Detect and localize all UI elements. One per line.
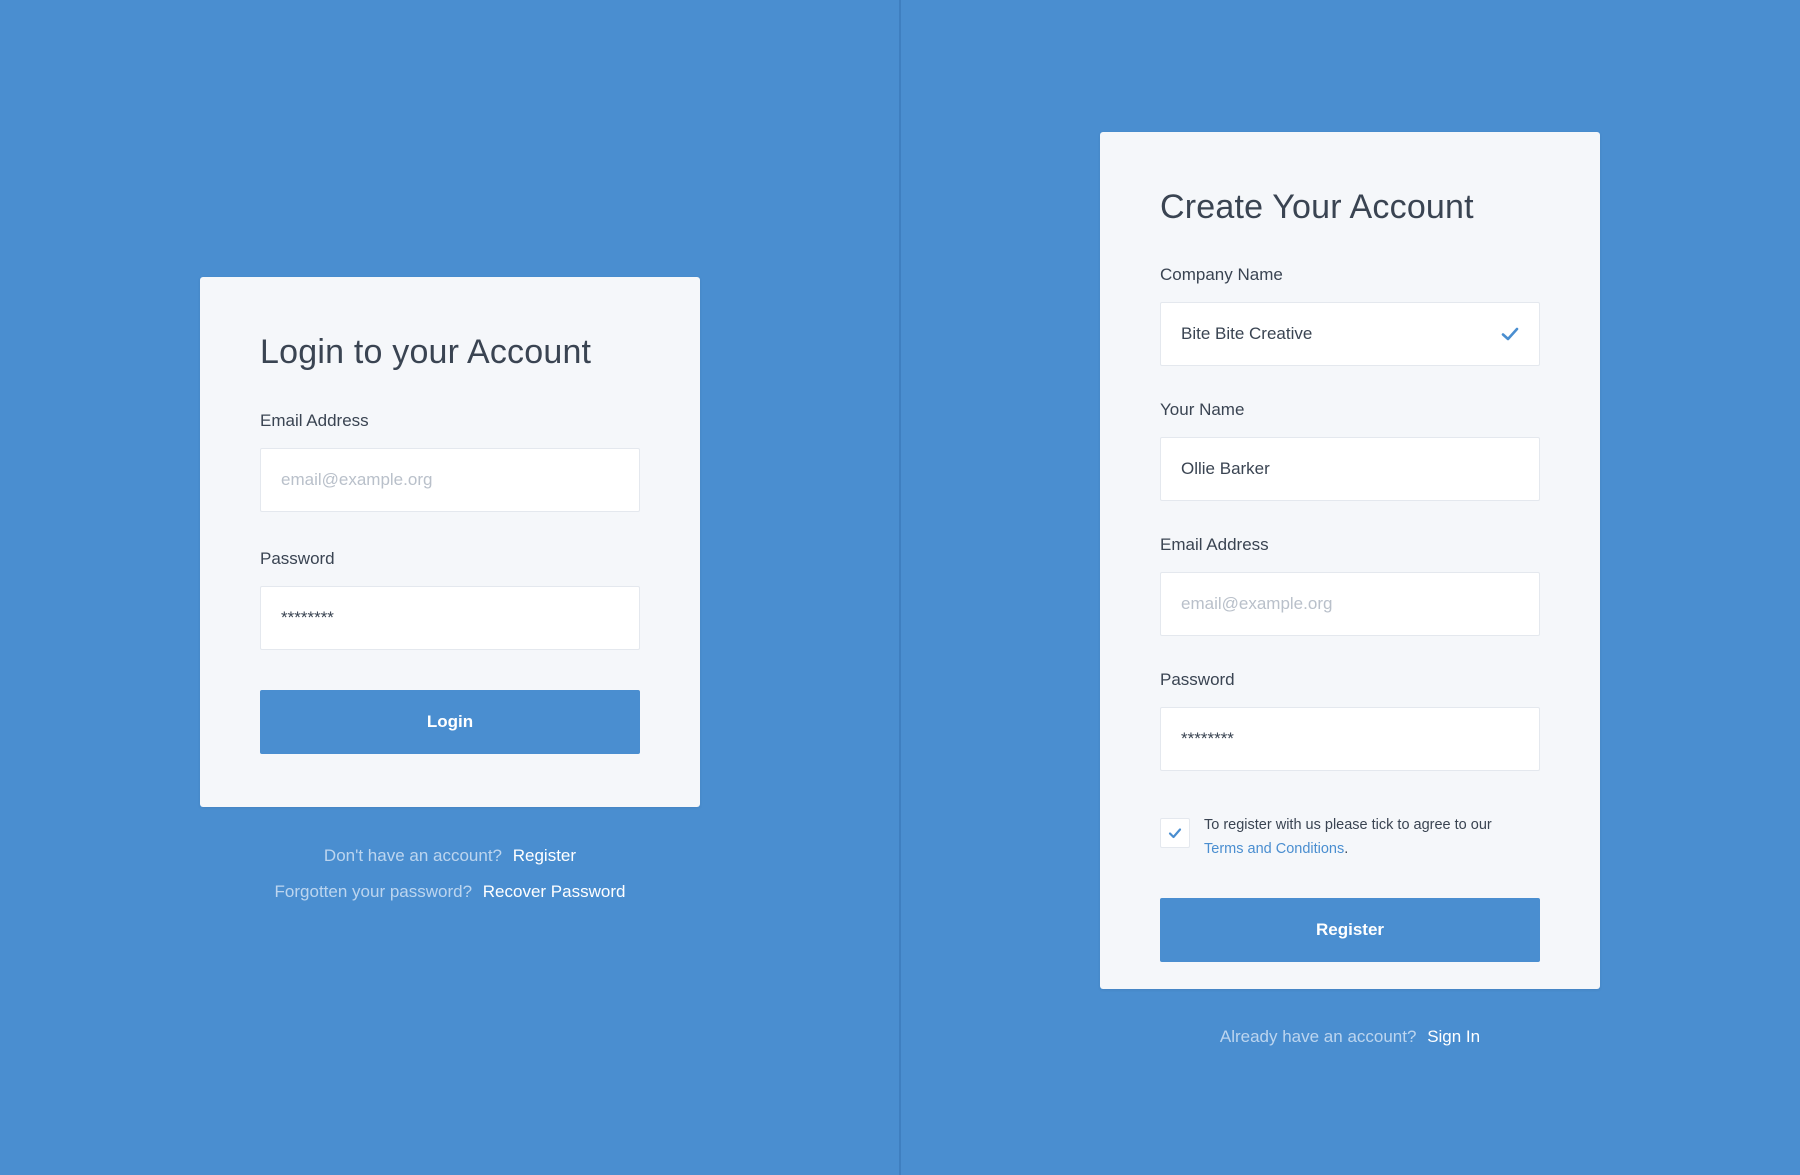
register-card: Create Your Account Company Name Your Na… [1100,132,1600,989]
panel-divider [899,0,901,1175]
check-icon [1501,327,1519,341]
your-name-field-box [1160,437,1540,501]
terms-agreement: To register with us please tick to agree… [1160,813,1540,861]
login-email-input[interactable] [281,470,619,490]
your-name-label: Your Name [1160,400,1245,419]
login-password-group: Password [260,549,640,650]
company-name-field-box [1160,302,1540,366]
terms-period: . [1344,841,1349,857]
login-footer: Don't have an account? Register Forgotte… [200,838,700,910]
your-name-input[interactable] [1181,459,1519,479]
register-email-input[interactable] [1181,594,1519,614]
login-email-field-box [260,448,640,512]
register-email-label: Email Address [1160,535,1269,554]
register-password-group: Password [1160,670,1540,771]
register-email-group: Email Address [1160,535,1540,636]
terms-text: To register with us please tick to agree… [1204,817,1492,833]
login-password-input[interactable] [281,608,619,628]
login-password-field-box [260,586,640,650]
register-email-field-box [1160,572,1540,636]
company-name-label: Company Name [1160,265,1283,284]
register-title: Create Your Account [1160,188,1474,226]
register-footer: Already have an account? Sign In [1100,1019,1600,1055]
terms-checkbox[interactable] [1160,818,1190,848]
recover-password-link[interactable]: Recover Password [483,882,626,901]
sign-in-link[interactable]: Sign In [1427,1027,1480,1046]
terms-text-block: To register with us please tick to agree… [1204,813,1524,861]
register-button[interactable]: Register [1160,898,1540,962]
check-icon [1168,828,1182,839]
no-account-text: Don't have an account? [323,846,503,865]
recover-prompt: Forgotten your password? Recover Passwor… [200,874,700,910]
login-email-group: Email Address [260,411,640,512]
register-link[interactable]: Register [513,846,576,865]
register-prompt: Don't have an account? Register [200,838,700,874]
your-name-group: Your Name [1160,400,1540,501]
forgot-password-text: Forgotten your password? [274,882,473,901]
have-account-text: Already have an account? [1219,1027,1417,1046]
register-password-label: Password [1160,670,1235,689]
login-title: Login to your Account [260,333,592,371]
signin-prompt: Already have an account? Sign In [1100,1019,1600,1055]
login-email-label: Email Address [260,411,369,430]
register-password-input[interactable] [1181,729,1519,749]
login-card: Login to your Account Email Address Pass… [200,277,700,807]
company-name-group: Company Name [1160,265,1540,366]
terms-link[interactable]: Terms and Conditions [1204,841,1344,857]
company-name-input[interactable] [1181,324,1519,344]
login-button[interactable]: Login [260,690,640,754]
login-password-label: Password [260,549,335,568]
register-password-field-box [1160,707,1540,771]
